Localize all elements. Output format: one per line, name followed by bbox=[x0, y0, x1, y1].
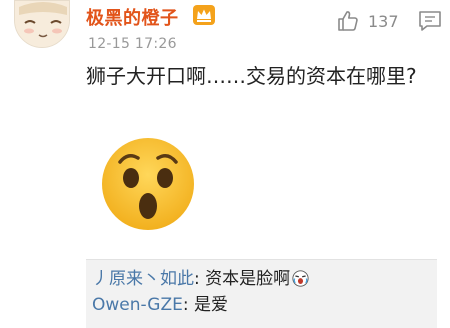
laughing-crying-face-emoji bbox=[292, 270, 309, 287]
reply-separator: : bbox=[194, 269, 206, 289]
comment-text: 狮子大开口啊……交易的资本在哪里? bbox=[86, 64, 417, 88]
like-count: 137 bbox=[368, 11, 399, 31]
reply-separator: : bbox=[182, 295, 194, 315]
reply-item[interactable]: 丿原来丶如此: 资本是脸啊 bbox=[92, 266, 431, 292]
thumbs-up-icon bbox=[338, 11, 358, 31]
like-button[interactable]: 137 bbox=[336, 6, 406, 36]
timestamp: 12-15 17:26 bbox=[88, 36, 177, 52]
astonished-face-emoji bbox=[102, 138, 194, 230]
reply-user[interactable]: Owen-GZE bbox=[92, 295, 183, 315]
reply-icon[interactable] bbox=[418, 10, 442, 32]
reply-user[interactable]: 丿原来丶如此 bbox=[92, 269, 194, 289]
crown-icon bbox=[193, 5, 215, 25]
reply-text: 是爱 bbox=[193, 295, 228, 315]
replies-box[interactable]: 丿原来丶如此: 资本是脸啊 Owen-GZE: 是爱 bbox=[86, 260, 437, 328]
avatar[interactable] bbox=[14, 0, 70, 48]
username[interactable]: 极黑的橙子 bbox=[86, 4, 179, 30]
reply-item[interactable]: Owen-GZE: 是爱 bbox=[92, 292, 431, 318]
reply-text: 资本是脸啊 bbox=[205, 269, 291, 289]
